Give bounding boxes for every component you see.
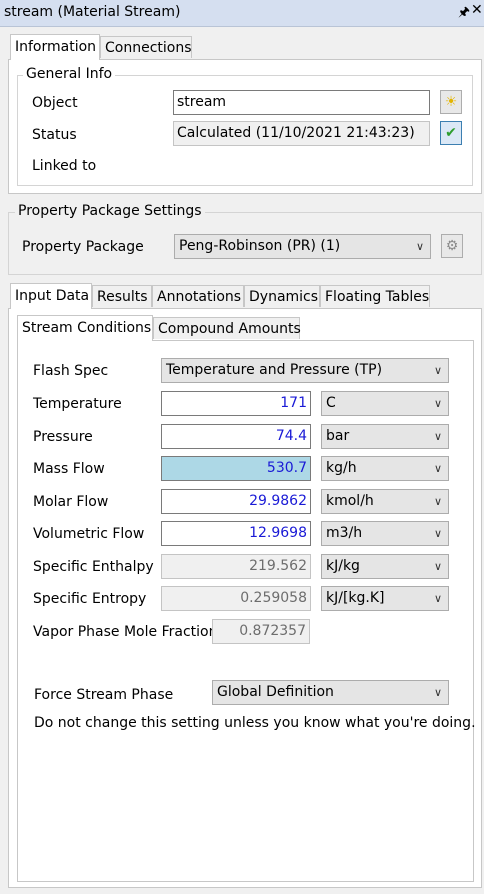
chevron-down-icon: ∨: [433, 592, 442, 605]
window-title: stream (Material Stream): [4, 4, 181, 20]
pressure-unit-select[interactable]: bar ∨: [321, 424, 449, 449]
temperature-unit: C: [326, 395, 336, 411]
tab-dynamics[interactable]: Dynamics: [244, 285, 320, 307]
tab-input-data[interactable]: Input Data: [10, 283, 92, 309]
flash-spec-select[interactable]: Temperature and Pressure (TP) ∨: [161, 358, 449, 383]
property-package-value: Peng-Robinson (PR) (1): [179, 238, 341, 254]
chevron-down-icon: ∨: [433, 495, 442, 508]
mass-flow-label: Mass Flow: [33, 461, 105, 477]
chevron-down-icon: ∨: [433, 397, 442, 410]
property-package-select[interactable]: Peng-Robinson (PR) (1) ∨: [174, 234, 431, 259]
close-icon[interactable]: ✕: [471, 2, 483, 18]
stream-conditions-panel: [17, 340, 474, 882]
mass-flow-unit-select[interactable]: kg/h ∨: [321, 456, 449, 481]
force-stream-phase-value: Global Definition: [217, 684, 334, 700]
chevron-down-icon: ∨: [433, 527, 442, 540]
window-titlebar: stream (Material Stream) 🖈 ✕: [0, 0, 484, 27]
force-phase-warning: Do not change this setting unless you kn…: [34, 715, 476, 731]
tab-label: Stream Conditions: [22, 320, 152, 336]
pressure-input[interactable]: 74.4: [161, 424, 311, 449]
tab-connections[interactable]: Connections: [100, 36, 192, 58]
chevron-down-icon: ∨: [433, 560, 442, 573]
flash-spec-label: Flash Spec: [33, 363, 109, 379]
specific-enthalpy-unit-select[interactable]: kJ/kg ∨: [321, 554, 449, 579]
pin-icon[interactable]: 🖈: [458, 3, 470, 25]
vapor-fraction-label: Vapor Phase Mole Fraction: [33, 624, 218, 640]
tab-annotations[interactable]: Annotations: [152, 285, 244, 307]
property-package-settings-button[interactable]: ⚙: [441, 234, 463, 258]
specific-enthalpy-unit: kJ/kg: [326, 558, 360, 574]
property-package-label: Property Package: [22, 239, 144, 255]
force-stream-phase-label: Force Stream Phase: [34, 687, 174, 703]
property-package-legend: Property Package Settings: [15, 203, 205, 219]
status-ok-button[interactable]: ✔: [440, 121, 462, 145]
chevron-down-icon: ∨: [433, 364, 442, 377]
tab-label: Annotations: [157, 289, 242, 305]
tab-stream-conditions[interactable]: Stream Conditions: [17, 315, 153, 341]
linked-to-label: Linked to: [32, 158, 97, 174]
temperature-label: Temperature: [33, 396, 122, 412]
pressure-unit: bar: [326, 428, 350, 444]
volumetric-flow-input[interactable]: 12.9698: [161, 521, 311, 546]
specific-enthalpy-label: Specific Enthalpy: [33, 559, 154, 575]
volumetric-flow-unit: m3/h: [326, 525, 363, 541]
flash-spec-value: Temperature and Pressure (TP): [166, 362, 383, 378]
molar-flow-input[interactable]: 29.9862: [161, 489, 311, 514]
molar-flow-unit: kmol/h: [326, 493, 374, 509]
lightbulb-icon: ☀: [444, 94, 458, 110]
specific-entropy-unit: kJ/[kg.K]: [326, 590, 385, 606]
molar-flow-unit-select[interactable]: kmol/h ∨: [321, 489, 449, 514]
status-label: Status: [32, 127, 77, 143]
tab-information[interactable]: Information: [10, 34, 100, 60]
highlight-object-button[interactable]: ☀: [440, 90, 462, 114]
molar-flow-label: Molar Flow: [33, 494, 109, 510]
specific-entropy-unit-select[interactable]: kJ/[kg.K] ∨: [321, 586, 449, 611]
tab-label: Dynamics: [249, 289, 319, 305]
volumetric-flow-unit-select[interactable]: m3/h ∨: [321, 521, 449, 546]
object-name-input[interactable]: stream: [173, 90, 430, 115]
tab-results[interactable]: Results: [92, 285, 152, 307]
force-stream-phase-select[interactable]: Global Definition ∨: [212, 680, 449, 705]
mass-flow-unit: kg/h: [326, 460, 357, 476]
tab-label: Compound Amounts: [158, 321, 301, 337]
check-icon: ✔: [445, 125, 457, 141]
volumetric-flow-label: Volumetric Flow: [33, 526, 145, 542]
tab-compound-amounts[interactable]: Compound Amounts: [153, 317, 301, 339]
mass-flow-input[interactable]: 530.7: [161, 456, 311, 481]
tab-label: Connections: [105, 40, 192, 56]
temperature-unit-select[interactable]: C ∨: [321, 391, 449, 416]
gear-icon: ⚙: [445, 238, 459, 254]
specific-entropy-label: Specific Entropy: [33, 591, 147, 607]
tab-label: Results: [97, 289, 148, 305]
chevron-down-icon: ∨: [433, 462, 442, 475]
tab-label: Floating Tables: [325, 289, 430, 305]
chevron-down-icon: ∨: [433, 686, 442, 699]
status-field: Calculated (11/10/2021 21:43:23): [173, 121, 430, 146]
vapor-fraction-field: 0.872357: [212, 619, 310, 644]
specific-entropy-field: 0.259058: [161, 586, 311, 611]
pressure-label: Pressure: [33, 429, 93, 445]
chevron-down-icon: ∨: [433, 430, 442, 443]
general-info-legend: General Info: [23, 66, 116, 82]
object-label: Object: [32, 95, 78, 111]
specific-enthalpy-field: 219.562: [161, 554, 311, 579]
tab-label: Information: [15, 39, 97, 55]
tab-label: Input Data: [15, 288, 90, 304]
tab-floating-tables[interactable]: Floating Tables: [320, 285, 430, 307]
chevron-down-icon: ∨: [415, 240, 424, 253]
temperature-input[interactable]: 171: [161, 391, 311, 416]
